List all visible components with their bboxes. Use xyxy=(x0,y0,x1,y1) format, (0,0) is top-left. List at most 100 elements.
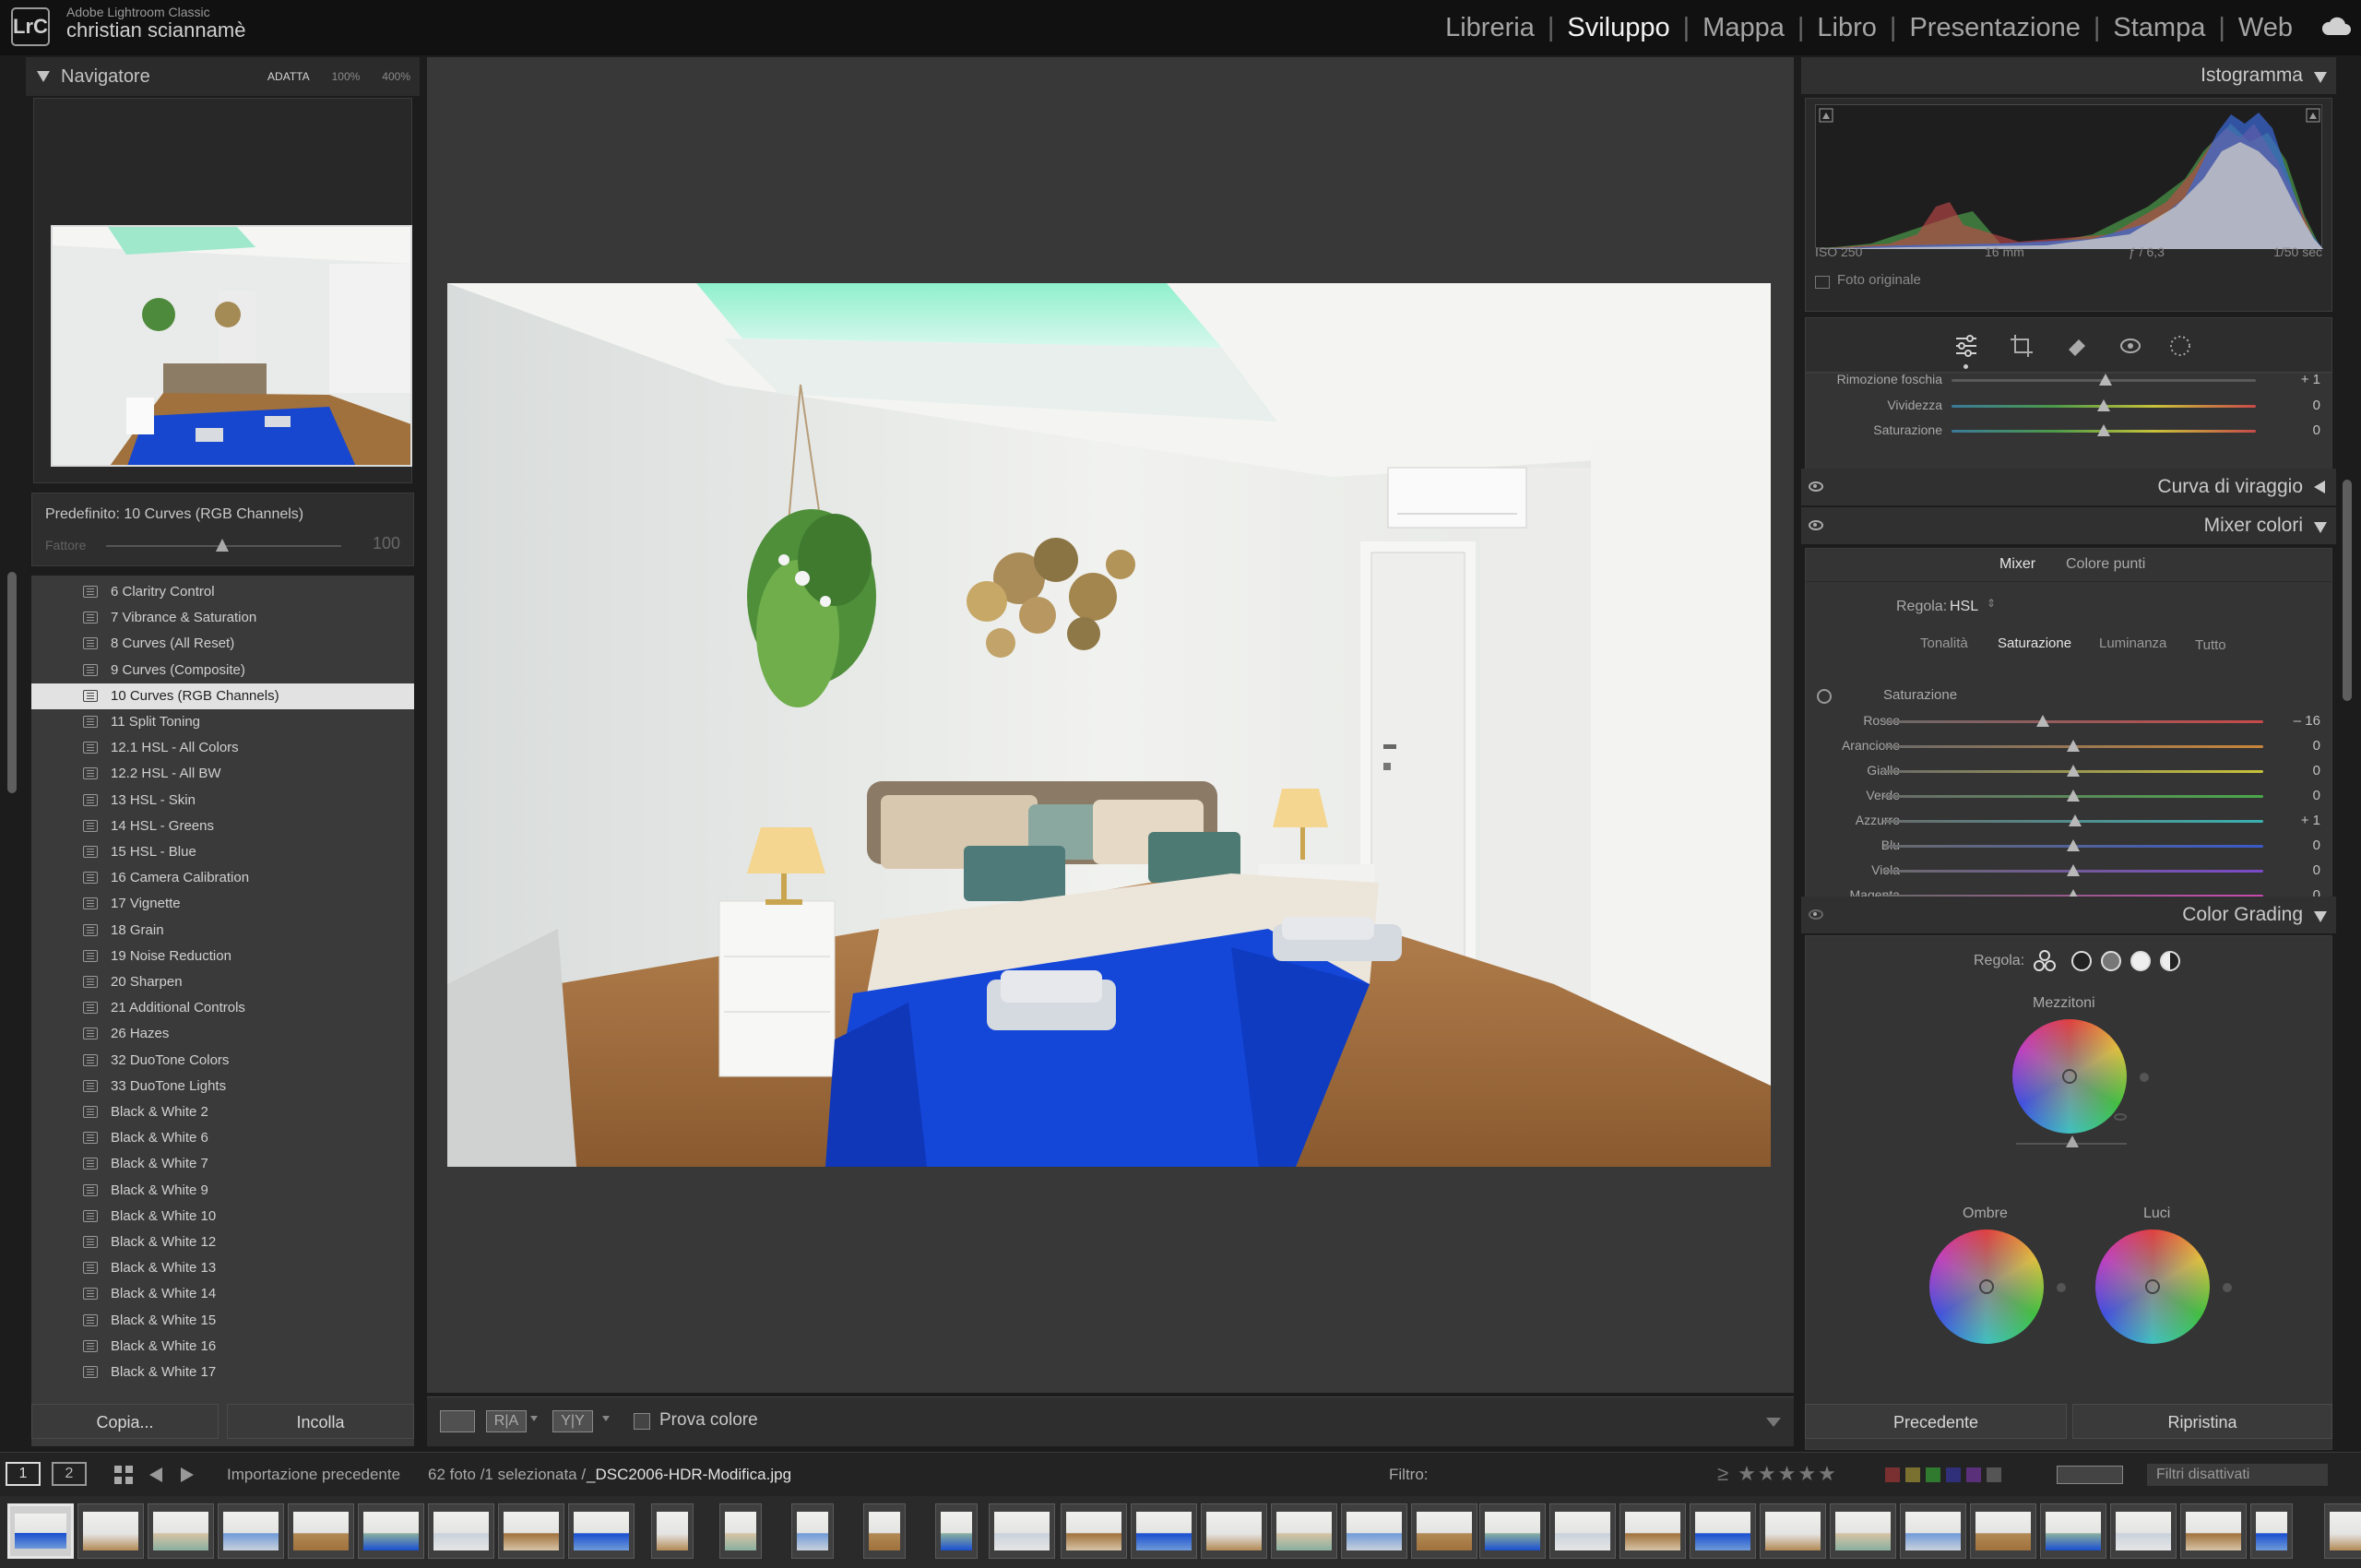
select-chevron-icon[interactable]: ⇕ xyxy=(1987,597,1996,610)
mixer-slider-knob[interactable] xyxy=(2067,839,2080,851)
mixer-slider-knob[interactable] xyxy=(2067,864,2080,876)
preset-item[interactable]: 12.2 HSL - All BW xyxy=(31,761,414,787)
preset-item[interactable]: 20 Sharpen xyxy=(31,969,414,995)
red-eye-icon[interactable] xyxy=(2118,333,2143,359)
filmstrip-thumbnail[interactable] xyxy=(2110,1503,2177,1559)
mixer-slider-track[interactable] xyxy=(1883,720,2263,723)
subtab-hue[interactable]: Tonalità xyxy=(1920,636,1968,651)
filmstrip-thumbnail[interactable] xyxy=(1690,1503,1756,1559)
grid-view-icon[interactable] xyxy=(113,1464,135,1486)
no-label-filter[interactable] xyxy=(1987,1467,2001,1482)
preset-item[interactable]: 6 Claritry Control xyxy=(31,579,414,605)
mixer-slider-knob[interactable] xyxy=(2067,790,2080,802)
module-mappa[interactable]: Mappa xyxy=(1690,13,1797,43)
preset-item[interactable]: Black & White 12 xyxy=(31,1229,414,1255)
target-adjust-icon[interactable] xyxy=(1817,689,1832,704)
current-filename[interactable]: _DSC2006-HDR-Modifica.jpg xyxy=(587,1466,791,1484)
cloud-icon[interactable] xyxy=(2320,17,2352,37)
mixer-slider-knob[interactable] xyxy=(2069,814,2082,826)
shadows-handle[interactable] xyxy=(1979,1279,1994,1294)
previous-button[interactable]: Precedente xyxy=(1805,1404,2067,1439)
soft-proof-checkbox[interactable] xyxy=(634,1413,650,1430)
preset-item[interactable]: 32 DuoTone Colors xyxy=(31,1048,414,1074)
preset-item[interactable]: 19 Noise Reduction xyxy=(31,944,414,969)
filter-preset-select[interactable]: Filtri disattivati xyxy=(2147,1464,2328,1486)
midtones-lum-knob[interactable] xyxy=(2066,1135,2079,1147)
star-rating-filter[interactable]: ≥ ★★★★★ xyxy=(1717,1462,1838,1486)
filmstrip-thumbnail[interactable] xyxy=(651,1503,694,1559)
chevron-down-icon[interactable] xyxy=(530,1416,538,1421)
paste-button[interactable]: Incolla xyxy=(227,1404,414,1439)
subtab-luminance[interactable]: Luminanza xyxy=(2099,636,2166,651)
tab-point-color[interactable]: Colore punti xyxy=(2066,556,2145,573)
preset-item[interactable]: 11 Split Toning xyxy=(31,709,414,735)
filmstrip-thumbnail[interactable] xyxy=(1760,1503,1826,1559)
midtones-view-icon[interactable] xyxy=(2101,951,2121,971)
shadows-hue-dot[interactable] xyxy=(2057,1283,2066,1292)
navigator-thumbnail[interactable] xyxy=(51,225,412,467)
preset-item[interactable]: Black & White 2 xyxy=(31,1099,414,1125)
eye-icon[interactable] xyxy=(2114,1113,2127,1121)
expand-triangle-icon[interactable] xyxy=(2314,481,2325,493)
filmstrip-thumbnail[interactable] xyxy=(7,1503,74,1559)
window-2-button[interactable]: 2 xyxy=(52,1462,87,1486)
filmstrip-thumbnail[interactable] xyxy=(935,1503,978,1559)
masking-icon[interactable] xyxy=(2167,333,2193,359)
midtones-wheel[interactable] xyxy=(2012,1019,2127,1134)
collapse-triangle-icon[interactable] xyxy=(2314,72,2327,83)
loupe-view-button[interactable] xyxy=(440,1410,475,1432)
window-1-button[interactable]: 1 xyxy=(6,1462,41,1486)
preset-item[interactable]: Black & White 14 xyxy=(31,1281,414,1307)
filmstrip-thumbnail[interactable] xyxy=(568,1503,635,1559)
preset-item[interactable]: 8 Curves (All Reset) xyxy=(31,631,414,657)
filmstrip-thumbnail[interactable] xyxy=(498,1503,564,1559)
preset-item[interactable]: 7 Vibrance & Saturation xyxy=(31,605,414,631)
before-after-lr-button[interactable]: R|A xyxy=(486,1410,527,1432)
preset-item[interactable]: Black & White 6 xyxy=(31,1125,414,1151)
mixer-slider-knob[interactable] xyxy=(2067,740,2080,752)
filmstrip-thumbnail[interactable] xyxy=(1061,1503,1127,1559)
kind-filter-buttons[interactable] xyxy=(2057,1466,2123,1484)
preset-item[interactable]: 18 Grain xyxy=(31,918,414,944)
module-sviluppo[interactable]: Sviluppo xyxy=(1554,13,1682,43)
toolbar-menu-chevron-icon[interactable] xyxy=(1766,1418,1781,1427)
zoom-fit[interactable]: ADATTA xyxy=(267,70,310,83)
main-photo[interactable] xyxy=(447,283,1771,1167)
filmstrip-thumbnail[interactable] xyxy=(1479,1503,1546,1559)
purple-label-filter[interactable] xyxy=(1966,1467,1981,1482)
filmstrip-thumbnail[interactable] xyxy=(2324,1503,2361,1559)
three-way-view-icon[interactable] xyxy=(2033,949,2057,973)
preset-item[interactable]: Black & White 13 xyxy=(31,1255,414,1281)
preset-item[interactable]: 9 Curves (Composite) xyxy=(31,658,414,683)
filmstrip-thumbnail[interactable] xyxy=(989,1503,1055,1559)
zoom-400[interactable]: 400% xyxy=(382,70,410,83)
filmstrip-thumbnail[interactable] xyxy=(1970,1503,2036,1559)
histogram-header[interactable]: Istogramma xyxy=(1801,57,2336,94)
yellow-label-filter[interactable] xyxy=(1905,1467,1920,1482)
preset-item[interactable]: 26 Hazes xyxy=(31,1021,414,1047)
filmstrip-thumbnail[interactable] xyxy=(1201,1503,1267,1559)
filmstrip-thumbnail[interactable] xyxy=(288,1503,354,1559)
module-libro[interactable]: Libro xyxy=(1804,13,1890,43)
back-arrow-icon[interactable] xyxy=(149,1467,162,1482)
collapse-triangle-icon[interactable] xyxy=(37,71,50,82)
preset-item[interactable]: 14 HSL - Greens xyxy=(31,814,414,839)
left-scrollbar[interactable] xyxy=(7,572,17,793)
preset-item[interactable]: Black & White 15 xyxy=(31,1308,414,1334)
preset-item[interactable]: Black & White 9 xyxy=(31,1178,414,1204)
preset-item[interactable]: Black & White 10 xyxy=(31,1204,414,1229)
preset-item[interactable]: 21 Additional Controls xyxy=(31,995,414,1021)
filmstrip-thumbnail[interactable] xyxy=(2180,1503,2247,1559)
preset-item[interactable]: 33 DuoTone Lights xyxy=(31,1074,414,1099)
highlights-handle[interactable] xyxy=(2145,1279,2160,1294)
preset-item[interactable]: 15 HSL - Blue xyxy=(31,839,414,865)
highlights-wheel[interactable] xyxy=(2095,1229,2210,1344)
filmstrip-thumbnail[interactable] xyxy=(1619,1503,1686,1559)
filmstrip-thumbnail[interactable] xyxy=(1830,1503,1896,1559)
filmstrip-thumbnail[interactable] xyxy=(2040,1503,2106,1559)
zoom-100[interactable]: 100% xyxy=(332,70,361,83)
preset-item[interactable]: Black & White 17 xyxy=(31,1360,414,1385)
subtab-all[interactable]: Tutto xyxy=(2195,637,2226,653)
filmstrip-thumbnail[interactable] xyxy=(1411,1503,1477,1559)
filmstrip-thumbnail[interactable] xyxy=(1549,1503,1616,1559)
